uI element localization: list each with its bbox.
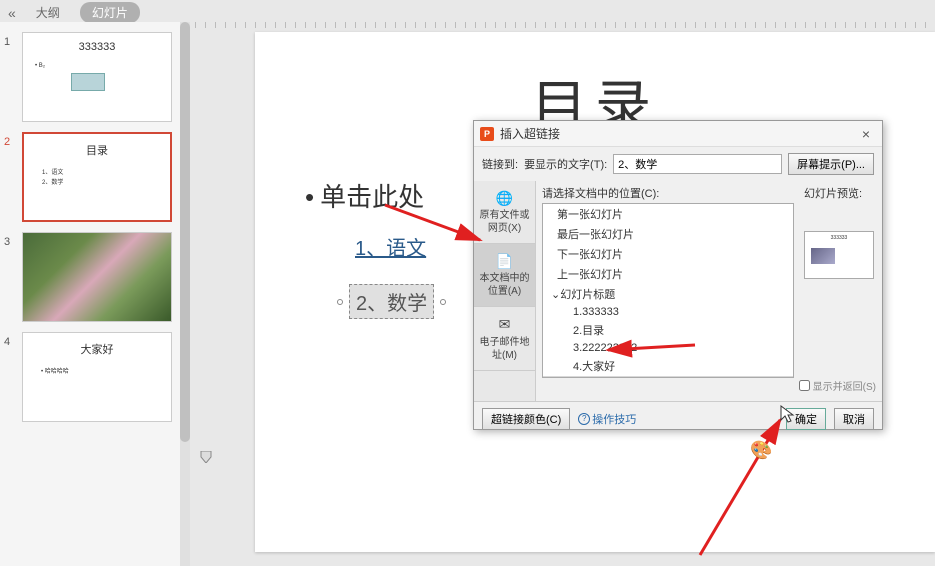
thumb-title: 333333 [23,41,171,53]
selection-handle[interactable] [440,299,446,305]
thumb-number: 1 [4,32,22,122]
sidebar-scrollbar[interactable] [180,22,190,566]
show-and-return-checkbox[interactable]: 显示并返回(S) [799,378,876,393]
selected-textbox[interactable]: 2、数学 [337,284,446,319]
tree-slide-2[interactable]: 2.目录 [543,320,793,340]
app-icon: P [480,127,494,141]
globe-icon: 🌐 [476,189,533,207]
thumbnail-1[interactable]: 333333 • B₂ [22,32,172,122]
thumb-number: 3 [4,232,22,322]
thumb-shape [71,73,105,91]
collapse-panel[interactable]: « [8,5,16,21]
ruler-marker[interactable] [197,450,215,462]
tree-last-slide[interactable]: 最后一张幻灯片 [543,224,793,244]
tree-slide-1[interactable]: 1.333333 [543,304,793,320]
scrollbar-thumb[interactable] [180,22,190,442]
color-palette-icon[interactable]: 🎨 [750,440,772,461]
slide-location-tree[interactable]: 第一张幻灯片 最后一张幻灯片 下一张幻灯片 上一张幻灯片 ⌄幻灯片标题 1.33… [542,203,794,378]
thumb-bullet: • B₂ [35,63,45,69]
content-link-1[interactable]: 1、语文 [355,232,426,261]
link-type-nav: 🌐原有文件或网页(X) 📄本文档中的位置(A) ✉电子邮件地址(M) [474,181,536,401]
thumb-content: 1、语文 2、数学 [42,169,63,188]
checkbox-input[interactable] [799,380,810,391]
thumb-title: 大家好 [23,341,171,357]
tree-next-slide[interactable]: 下一张幻灯片 [543,244,793,264]
content-link-2[interactable]: 2、数学 [349,284,434,319]
thumb-title: 目录 [24,142,170,158]
thumbnail-2[interactable]: 目录 1、语文 2、数学 [22,132,172,222]
close-icon[interactable]: × [856,126,876,142]
screentip-button[interactable]: 屏幕提示(P)... [788,153,874,175]
document-icon: 📄 [476,252,533,270]
tree-first-slide[interactable]: 第一张幻灯片 [543,204,793,224]
ok-button[interactable]: 确定 [786,408,826,430]
dialog-titlebar[interactable]: P 插入超链接 × [474,121,882,147]
preview-label: 幻灯片预览: [804,185,878,201]
dialog-title: 插入超链接 [500,125,856,142]
thumb-number: 4 [4,332,22,422]
thumbnail-4[interactable]: 大家好 • 哈哈哈哈 [22,332,172,422]
insert-hyperlink-dialog: P 插入超链接 × 链接到: 要显示的文字(T): 2、数学 屏幕提示(P)..… [473,120,883,430]
text-placeholder[interactable]: •单击此处 [305,177,424,214]
nav-this-document[interactable]: 📄本文档中的位置(A) [474,244,535,307]
email-icon: ✉ [476,315,533,333]
display-text-input[interactable]: 2、数学 [613,154,782,174]
selection-handle[interactable] [337,299,343,305]
tree-slide-3[interactable]: 3.222222222 [543,340,793,356]
display-text-label: 要显示的文字(T): [524,156,607,172]
nav-existing-file[interactable]: 🌐原有文件或网页(X) [474,181,535,244]
tree-slide-titles[interactable]: ⌄幻灯片标题 [543,284,793,304]
thumb-content: • 哈哈哈哈 [41,368,69,378]
thumb-number: 2 [4,132,22,222]
slide-preview: 333333 [804,231,874,279]
cancel-button[interactable]: 取消 [834,408,874,430]
help-icon: ? [578,413,590,425]
tree-prev-slide[interactable]: 上一张幻灯片 [543,264,793,284]
tree-slide-4[interactable]: 4.大家好 [543,356,793,376]
select-location-label: 请选择文档中的位置(C): [542,185,794,201]
thumb-image [23,233,171,321]
link-to-label: 链接到: [482,156,518,172]
operation-tips-link[interactable]: ?操作技巧 [578,411,636,427]
preview-thumbnail [811,248,835,264]
nav-email[interactable]: ✉电子邮件地址(M) [474,307,535,370]
preview-slide-title: 333333 [805,235,873,241]
slide-thumbnails-panel: 1 333333 • B₂ 2 目录 1、语文 2、数学 3 4 大家好 • 哈… [0,22,180,566]
horizontal-ruler [195,22,935,28]
tree-slide-5[interactable]: 5.333333 [543,376,793,378]
outline-tab[interactable]: 大纲 [28,2,68,23]
slides-tab[interactable]: 幻灯片 [80,2,140,23]
hyperlink-color-button[interactable]: 超链接颜色(C) [482,408,570,430]
thumbnail-3[interactable] [22,232,172,322]
